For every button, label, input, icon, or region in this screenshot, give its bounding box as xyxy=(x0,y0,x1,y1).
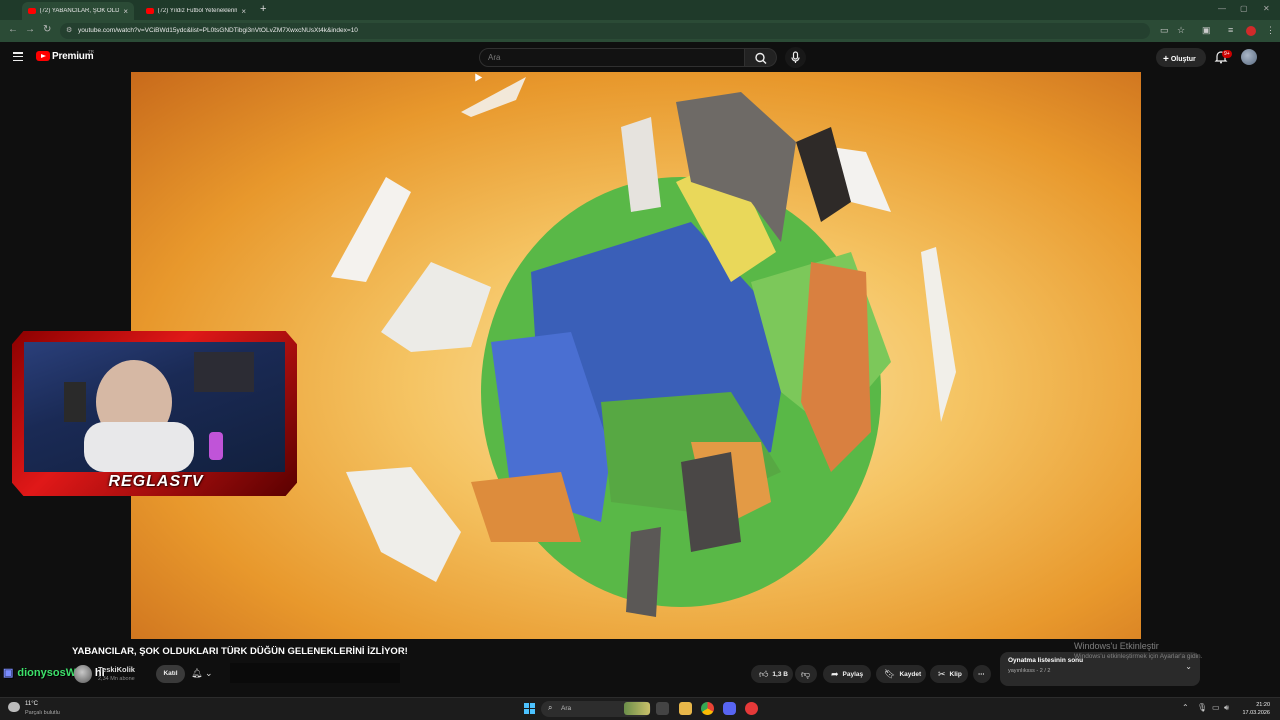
subscription-bell-button[interactable]: 🔔︎ ⌄ xyxy=(191,665,227,683)
more-actions-button[interactable]: ⋯ xyxy=(973,665,991,683)
forward-icon[interactable]: → xyxy=(25,24,35,35)
notification-count-badge: 9+ xyxy=(1222,50,1232,58)
scissors-icon: ✂ xyxy=(938,668,946,679)
save-label: Kaydet xyxy=(899,670,922,678)
profile-extension-icon[interactable] xyxy=(1246,26,1256,36)
youtube-header: Premium TR Ara + Oluştur 9+ xyxy=(0,42,1280,72)
site-info-icon[interactable]: ⚙ xyxy=(66,26,72,34)
discord-icon[interactable] xyxy=(723,702,736,715)
share-button[interactable]: ➦ Paylaş xyxy=(823,665,871,683)
search-input[interactable]: Ara xyxy=(479,48,745,67)
browser-toolbar: ← → ↻ ⚙ youtube.com/watch?v=VCiBWd15ydc&… xyxy=(0,20,1280,42)
account-avatar[interactable] xyxy=(1241,49,1257,65)
save-bookmark-icon: 🔖︎ xyxy=(884,668,896,679)
thumbs-down-icon: 👎︎ xyxy=(801,668,811,679)
reglastv-logo: REGLASTV xyxy=(108,473,204,490)
share-label: Paylaş xyxy=(842,670,864,678)
save-button[interactable]: 🔖︎ Kaydet xyxy=(876,665,926,683)
search-icon: ⌕ xyxy=(548,703,553,712)
like-count: 1,3 B xyxy=(772,670,788,678)
reload-icon[interactable]: ↻ xyxy=(43,24,51,35)
search-icon xyxy=(755,52,767,64)
plus-icon: + xyxy=(1163,54,1169,65)
create-label: Oluştur xyxy=(1170,56,1196,63)
youtube-logo-icon[interactable] xyxy=(36,51,50,61)
channel-avatar[interactable] xyxy=(74,665,92,683)
microphone-tray-icon[interactable]: 🎙︎ xyxy=(1197,703,1207,712)
clock-time: 21:20 xyxy=(1256,702,1270,708)
webcam-feed xyxy=(24,342,285,472)
tab-label: (72) YABANCILAR, ŞOK OLDUKL xyxy=(39,8,120,14)
bell-icon: 🔔︎ xyxy=(191,668,203,678)
join-button[interactable]: Katıl xyxy=(156,665,185,683)
task-view-icon[interactable] xyxy=(656,702,669,715)
maximize-icon[interactable]: ▢ xyxy=(1240,4,1248,13)
windows-activation-title: Windows'u Etkinleştir xyxy=(1074,641,1159,651)
close-tab-icon[interactable]: × xyxy=(123,7,128,16)
minimize-icon[interactable]: — xyxy=(1218,4,1226,13)
cast-icon[interactable]: ▭ xyxy=(1160,25,1169,36)
thumbs-up-icon: 👍︎ xyxy=(759,668,769,679)
like-button[interactable]: 👍︎ 1,3 B xyxy=(751,665,793,683)
clock-date: 17.03.2026 xyxy=(1242,710,1270,716)
voice-search-button[interactable] xyxy=(785,47,806,68)
weather-temperature[interactable]: 11°C xyxy=(25,701,38,707)
youtube-favicon-icon xyxy=(146,8,154,14)
obs-icon[interactable] xyxy=(745,702,758,715)
region-code: TR xyxy=(88,49,94,54)
widget-thumbnail-icon[interactable] xyxy=(624,702,650,715)
chrome-icon[interactable] xyxy=(701,702,714,715)
more-icon: ⋯ xyxy=(978,671,985,678)
youtube-favicon-icon xyxy=(28,8,36,14)
create-button[interactable]: + Oluştur xyxy=(1156,48,1206,67)
menu-icon[interactable] xyxy=(13,52,23,62)
microphone-icon xyxy=(791,51,800,63)
windows-start-icon[interactable] xyxy=(524,703,535,714)
weather-description[interactable]: Parçalı bulutlu xyxy=(25,710,60,716)
chat-badge-icon: ▣ xyxy=(3,667,14,679)
windows-activation-text: Windows'u etkinleştirmek için Ayarlar'a … xyxy=(1074,653,1203,660)
browser-tab[interactable]: (72) Yıldız Futbol Yeteneklerim × xyxy=(140,2,252,20)
taskbar-search-placeholder: Ara xyxy=(561,705,572,712)
volume-icon[interactable]: 🔊︎ xyxy=(1224,703,1229,713)
browser-tab-active[interactable]: (72) YABANCILAR, ŞOK OLDUKL × xyxy=(22,2,134,20)
back-icon[interactable]: ← xyxy=(8,24,18,35)
weather-cloud-icon[interactable] xyxy=(8,702,20,712)
system-clock[interactable]: 21:20 17.03.2026 xyxy=(1238,701,1270,717)
close-window-icon[interactable]: ✕ xyxy=(1263,4,1270,13)
address-bar[interactable]: ⚙ youtube.com/watch?v=VCiBWd15ydc&list=P… xyxy=(60,23,1150,39)
clip-button[interactable]: ✂ Klip xyxy=(930,665,968,683)
channel-name[interactable]: TeskiKolik xyxy=(98,665,135,674)
chevron-down-icon: ⌄ xyxy=(204,668,213,678)
subscriber-count: 2,34 Mn abone xyxy=(98,676,135,682)
windows-taskbar: 11°C Parçalı bulutlu ⌕ Ara ⌃ 🎙︎ ▭ 🔊︎ 21:2… xyxy=(0,697,1280,720)
share-icon: ➦ xyxy=(831,668,839,679)
search-button[interactable] xyxy=(745,48,777,67)
tray-expand-icon[interactable]: ⌃ xyxy=(1182,703,1189,712)
reading-list-icon[interactable]: ≡ xyxy=(1228,25,1233,35)
network-icon[interactable]: ▭ xyxy=(1212,703,1220,712)
playlist-subtitle: yayınlıksss - 2 / 2 xyxy=(1008,668,1051,674)
new-tab-button[interactable]: + xyxy=(260,3,266,15)
video-title: YABANCILAR, ŞOK OLDUKLARI TÜRK DÜĞÜN GEL… xyxy=(72,646,408,657)
dislike-button[interactable]: 👎︎ xyxy=(795,665,817,683)
tab-label: (72) Yıldız Futbol Yeteneklerim xyxy=(157,8,238,14)
streamer-webcam-overlay: REGLASTV xyxy=(12,331,297,496)
browser-tab-bar: (72) YABANCILAR, ŞOK OLDUKL × (72) Yıldı… xyxy=(0,0,1280,20)
extensions-icon[interactable]: ▣ xyxy=(1202,25,1211,36)
browser-menu-icon[interactable]: ⋮ xyxy=(1266,25,1275,36)
subscribe-area xyxy=(230,663,400,683)
url-text: youtube.com/watch?v=VCiBWd15ydc&list=PL0… xyxy=(78,27,358,34)
bookmark-star-icon[interactable]: ☆ xyxy=(1177,25,1185,36)
file-explorer-icon[interactable] xyxy=(679,702,692,715)
chevron-down-icon[interactable]: ⌄ xyxy=(1185,662,1192,671)
close-tab-icon[interactable]: × xyxy=(241,7,246,16)
clip-label: Klip xyxy=(949,670,962,678)
